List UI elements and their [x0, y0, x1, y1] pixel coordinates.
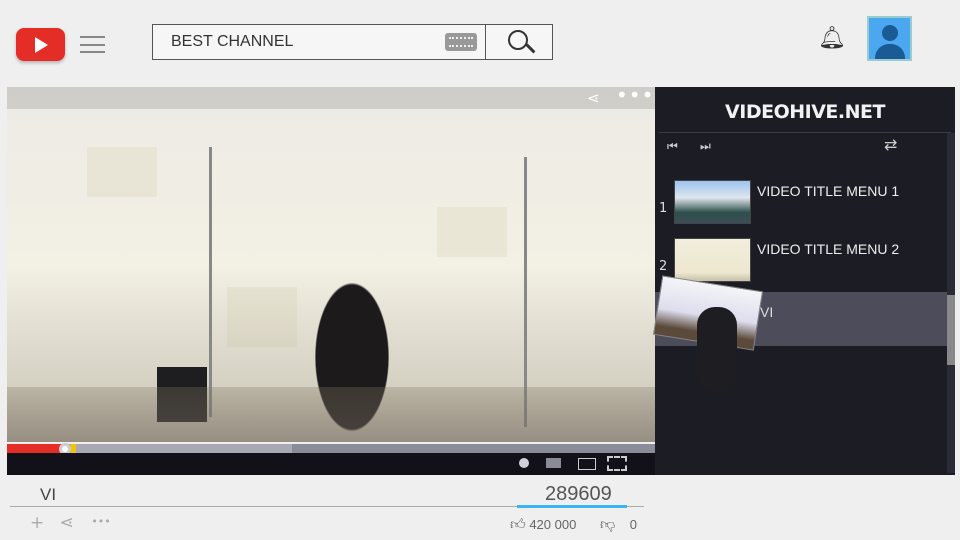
view-count: 289609: [545, 483, 612, 505]
progress-bar[interactable]: [7, 443, 655, 455]
avatar-head: [882, 25, 898, 41]
avatar[interactable]: [867, 16, 912, 61]
previous-icon[interactable]: ⏮: [667, 139, 678, 154]
keyboard-icon[interactable]: [445, 33, 477, 51]
next-icon[interactable]: ⏭: [700, 139, 711, 154]
playlist-item-title: VI: [760, 304, 774, 320]
playlist-item-title: VIDEO TITLE MENU 2: [757, 241, 900, 257]
progress-marker: [71, 444, 77, 453]
video-title: VI: [40, 485, 57, 504]
playlist-item-number: 1: [659, 201, 668, 216]
dislike-count: 0: [629, 517, 637, 532]
playlist-title: VIDEOHIVE.NET: [725, 101, 885, 123]
thumbnail-rider: [697, 307, 737, 392]
playlist-scrollbar[interactable]: [947, 133, 955, 473]
playlist-item-title: VIDEO TITLE MENU 1: [757, 183, 900, 199]
scrollbar-thumb[interactable]: [947, 295, 955, 365]
video-lightstand: [209, 147, 212, 417]
playlist-item[interactable]: 1 VIDEO TITLE MENU 1: [655, 180, 947, 230]
search-icon: [508, 30, 528, 50]
like-ratio-bar: [517, 505, 627, 508]
settings-icon[interactable]: [519, 458, 529, 468]
video-top-bar: [7, 87, 655, 109]
playlist-thumbnail: [674, 238, 751, 282]
playlist-thumbnail: [674, 180, 751, 224]
progress-played: [7, 444, 66, 453]
share-icon[interactable]: ⋖: [587, 89, 600, 107]
like-button[interactable]: 👍︎ 420 000: [510, 516, 576, 534]
playlist-item-number: 2: [659, 259, 668, 274]
video-floor: [7, 387, 655, 442]
search-icon-handle: [525, 43, 536, 54]
like-count: 420 000: [529, 517, 577, 532]
fullscreen-icon[interactable]: [607, 456, 627, 471]
bell-icon[interactable]: 🔔︎: [818, 26, 846, 52]
miniplayer-icon[interactable]: [546, 458, 561, 468]
repeat-icon[interactable]: ⇄: [884, 135, 897, 154]
hamburger-menu-icon[interactable]: [80, 36, 105, 53]
more-icon[interactable]: •••: [91, 515, 110, 528]
divider: [659, 132, 951, 133]
share-icon[interactable]: ⋖: [60, 513, 74, 533]
action-icons: + ⋖ •••: [30, 513, 111, 533]
video-player[interactable]: ⋖ •••: [7, 87, 655, 442]
playlist-panel: VIDEOHIVE.NET ⏮ ⏭ ⇄ 1 VIDEO TITLE MENU 1…: [652, 87, 955, 475]
thumbs-down-icon: 👎︎: [600, 516, 616, 533]
dislike-button[interactable]: 👎︎ 0: [600, 516, 637, 534]
video-tile: [437, 207, 507, 257]
video-tile: [87, 147, 157, 197]
search-box: [152, 24, 486, 60]
video-tile: [227, 287, 297, 347]
search-button[interactable]: [485, 24, 553, 60]
thumbs-up-icon: 👍︎: [510, 516, 526, 533]
avatar-body: [875, 44, 905, 59]
theater-mode-icon[interactable]: [578, 458, 596, 470]
player-controls: [7, 453, 655, 475]
search-input[interactable]: [153, 25, 433, 58]
add-icon[interactable]: +: [30, 513, 44, 533]
youtube-logo-icon[interactable]: [16, 28, 65, 61]
more-icon[interactable]: •••: [616, 87, 654, 107]
